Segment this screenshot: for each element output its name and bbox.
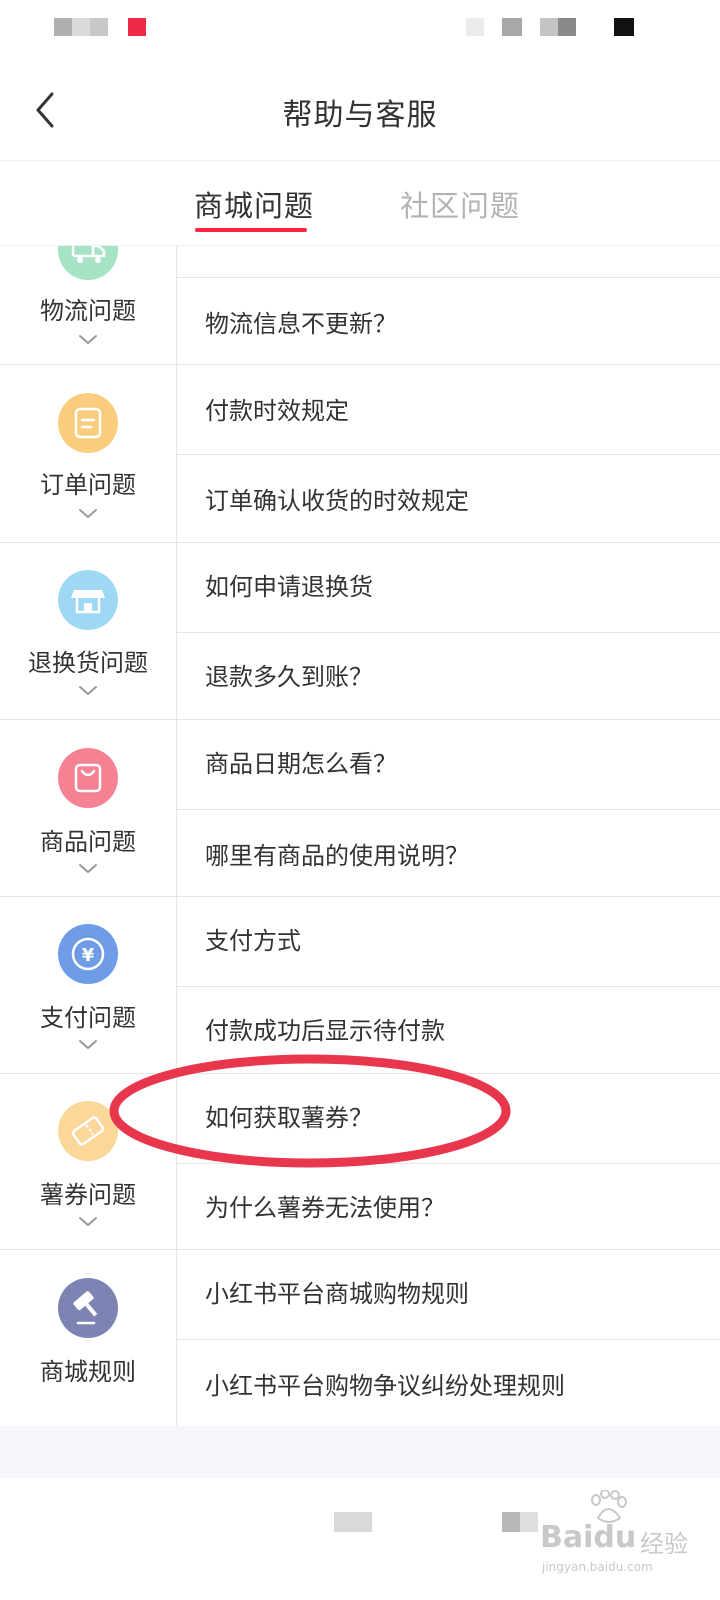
question-item[interactable]: 支付方式 [177,897,720,986]
chevron-down-icon [79,864,97,873]
question-item[interactable]: 哪里有商品的使用说明？ [177,810,720,896]
category-header[interactable]: 商城规则 [0,1250,177,1426]
category-mall-rules: 商城规则 小红书平台商城购物规则 小红书平台购物争议纠纷处理规则 [0,1250,720,1426]
page-title: 帮助与客服 [282,98,438,133]
list-footer [0,1426,720,1478]
status-icon [54,18,72,36]
question-text: 支付方式 [205,927,301,955]
status-bar [0,0,720,60]
category-products: 商品问题 商品日期怎么看？ 哪里有商品的使用说明？ [0,720,720,897]
category-label: 商城规则 [40,1358,136,1386]
question-text: 物流信息不更新？ [205,310,397,338]
question-item[interactable]: 小红书平台商城购物规则 [177,1250,720,1339]
faq-list[interactable]: 物流问题 物流信息不更新？ 订单问题 付款时效规定 订单确认收货的时效规定 退换… [0,246,720,1426]
category-coupons: 薯券问题 如何获取薯券？ 为什么薯券无法使用？ [0,1074,720,1250]
chevron-down-icon [79,686,97,695]
category-header[interactable]: 订单问题 [0,365,177,542]
category-label: 退换货问题 [28,649,148,677]
coupon-icon [58,1101,118,1161]
shopping-bag-icon [58,748,118,808]
chevron-down-icon [79,1217,97,1226]
question-text: 如何获取薯券？ [205,1104,373,1132]
question-item[interactable]: 为什么薯券无法使用？ [177,1164,720,1249]
truck-icon [58,246,118,280]
category-logistics: 物流问题 物流信息不更新？ [0,246,720,365]
status-icon [72,18,90,36]
chevron-down-icon [79,1040,97,1049]
question-item[interactable]: 付款成功后显示待付款 [177,987,720,1073]
question-text: 付款时效规定 [205,397,349,425]
question-text: 小红书平台商城购物规则 [205,1280,469,1308]
svg-text:¥: ¥ [82,945,95,966]
category-label: 薯券问题 [40,1181,136,1209]
question-text: 退款多久到账？ [205,663,373,691]
battery-icon [614,18,634,36]
order-icon [58,393,118,453]
category-header[interactable]: 退换货问题 [0,543,177,719]
question-text: 订单确认收货的时效规定 [205,487,469,515]
category-label: 物流问题 [40,297,136,325]
active-tab-indicator [195,228,307,232]
question-item[interactable]: 退款多久到账？ [177,633,720,719]
tab-community-questions[interactable]: 社区问题 [400,183,520,225]
status-icon [466,18,484,36]
yen-icon: ¥ [58,924,118,984]
question-item[interactable]: 如何获取薯券？ [177,1074,720,1163]
question-text: 哪里有商品的使用说明？ [205,842,469,870]
question-text: 小红书平台购物争议纠纷处理规则 [205,1372,565,1400]
question-item[interactable]: 订单确认收货的时效规定 [177,455,720,542]
question-text: 如何申请退换货 [205,573,373,601]
store-icon [58,570,118,630]
category-payment: ¥ 支付问题 支付方式 付款成功后显示待付款 [0,897,720,1074]
question-item[interactable]: 如何申请退换货 [177,543,720,632]
question-text: 付款成功后显示待付款 [205,1017,445,1045]
category-returns: 退换货问题 如何申请退换货 退款多久到账？ [0,543,720,720]
chevron-down-icon [79,335,97,344]
status-icon [90,18,108,36]
nav-home-icon[interactable] [334,1512,372,1532]
question-item[interactable]: 物流信息不更新？ [177,278,720,364]
category-header[interactable]: 物流问题 [0,246,177,364]
bottom-bar [0,1478,720,1600]
category-header[interactable]: 商品问题 [0,720,177,896]
tab-mall-questions[interactable]: 商城问题 [194,183,314,225]
tab-bar: 商城问题 社区问题 [0,161,720,246]
gavel-icon [58,1278,118,1338]
category-label: 订单问题 [40,471,136,499]
nav-back-icon[interactable] [502,1512,520,1532]
category-label: 商品问题 [40,828,136,856]
category-label: 支付问题 [40,1004,136,1032]
nav-back-icon[interactable] [520,1512,538,1532]
category-header[interactable]: ¥ 支付问题 [0,897,177,1073]
header: 帮助与客服 [0,60,720,161]
notification-icon [128,18,146,36]
signal-icon [502,18,522,36]
question-item[interactable]: 付款时效规定 [177,365,720,454]
category-orders: 订单问题 付款时效规定 订单确认收货的时效规定 [0,365,720,543]
question-text: 商品日期怎么看？ [205,750,397,778]
question-item[interactable]: 小红书平台购物争议纠纷处理规则 [177,1340,720,1426]
wifi-icon [558,18,576,36]
category-header[interactable]: 薯券问题 [0,1074,177,1249]
question-item[interactable]: 商品日期怎么看？ [177,720,720,809]
question-text: 为什么薯券无法使用？ [205,1194,445,1222]
chevron-down-icon [79,509,97,518]
wifi-icon [540,18,558,36]
